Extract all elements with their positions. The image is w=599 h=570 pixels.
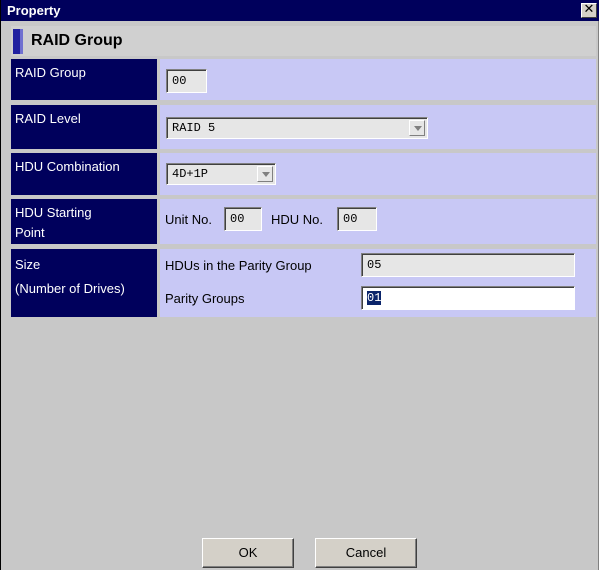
- size-label-line2: (Number of Drives): [15, 281, 125, 296]
- raid-group-label: RAID Group: [11, 59, 157, 100]
- row-hdu-starting-point: HDU Starting Point Unit No. 00 HDU No. 0…: [11, 199, 596, 244]
- parity-groups-label: Parity Groups: [165, 291, 245, 306]
- property-dialog: Property ✕ RAID Group RAID Group 00 RAID…: [0, 0, 599, 570]
- size-value-cell: HDUs in the Parity Group 05 Parity Group…: [160, 249, 596, 317]
- raid-level-select[interactable]: RAID 5: [166, 117, 428, 139]
- section-marker-icon: [13, 29, 23, 54]
- close-icon: ✕: [583, 2, 595, 17]
- raid-level-selected-value: RAID 5: [172, 121, 216, 135]
- unit-no-label: Unit No.: [165, 212, 212, 227]
- size-label: Size (Number of Drives): [11, 249, 157, 317]
- close-button[interactable]: ✕: [581, 3, 597, 18]
- section-title: RAID Group: [31, 32, 123, 49]
- chevron-down-icon[interactable]: [257, 166, 273, 182]
- hdu-combination-label: HDU Combination: [11, 153, 157, 195]
- section-header: RAID Group: [11, 26, 596, 56]
- parity-groups-field[interactable]: 01: [361, 286, 575, 310]
- hdu-starting-point-label-line1: HDU Starting: [15, 205, 92, 220]
- unit-no-field[interactable]: 00: [224, 207, 262, 231]
- hdu-combination-selected-value: 4D+1P: [172, 167, 209, 181]
- hdu-starting-point-label: HDU Starting Point: [11, 199, 157, 244]
- raid-group-field[interactable]: 00: [166, 69, 207, 93]
- hdu-starting-point-value-cell: Unit No. 00 HDU No. 00: [160, 199, 596, 244]
- hdu-starting-point-label-line2: Point: [15, 225, 45, 240]
- hdu-combination-select[interactable]: 4D+1P: [166, 163, 276, 185]
- cancel-button[interactable]: Cancel: [315, 538, 417, 568]
- ok-button[interactable]: OK: [202, 538, 294, 568]
- parity-groups-value: 01: [367, 291, 382, 305]
- raid-group-value-cell: 00: [160, 59, 596, 100]
- window-title: Property: [7, 3, 61, 18]
- hdu-no-field[interactable]: 00: [337, 207, 377, 231]
- raid-level-label: RAID Level: [11, 105, 157, 149]
- hdu-no-label: HDU No.: [271, 212, 324, 227]
- chevron-down-icon[interactable]: [409, 120, 425, 136]
- title-bar[interactable]: Property ✕: [1, 0, 599, 21]
- size-label-line1: Size: [15, 257, 41, 272]
- row-hdu-combination: HDU Combination 4D+1P: [11, 153, 596, 195]
- raid-level-value-cell: RAID 5: [160, 105, 596, 149]
- row-raid-group: RAID Group 00: [11, 59, 596, 100]
- hdus-in-parity-group-label: HDUs in the Parity Group: [165, 258, 312, 273]
- row-size: Size (Number of Drives) HDUs in the Pari…: [11, 249, 596, 317]
- hdu-combination-value-cell: 4D+1P: [160, 153, 596, 195]
- row-raid-level: RAID Level RAID 5: [11, 105, 596, 149]
- hdus-in-parity-group-field[interactable]: 05: [361, 253, 575, 277]
